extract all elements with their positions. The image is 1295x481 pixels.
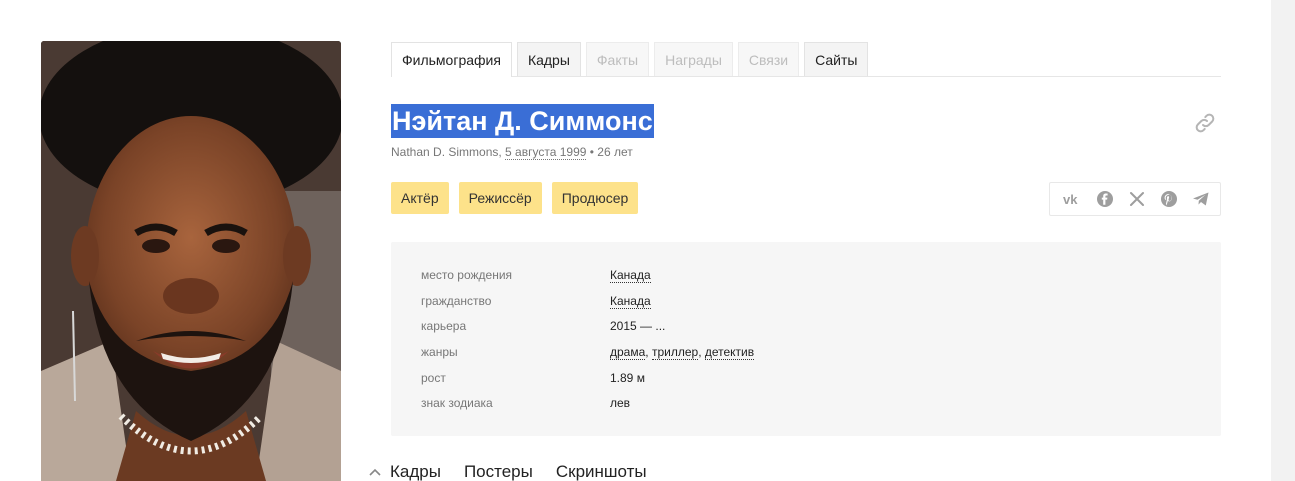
genre-link-detective[interactable]: детектив	[704, 345, 755, 360]
genre-separator: ,	[698, 345, 705, 359]
media-tab-posters[interactable]: Постеры	[464, 462, 533, 481]
svg-text:vk: vk	[1063, 192, 1078, 206]
zodiac-value: лев	[610, 396, 631, 410]
citizenship-link[interactable]: Канада	[610, 294, 651, 309]
tab-sites[interactable]: Сайты	[804, 42, 869, 76]
vk-icon[interactable]: vk	[1062, 188, 1084, 210]
role-producer-button[interactable]: Продюсер	[551, 182, 639, 214]
section-tabs: Фильмография Кадры Факты Награды Связи С…	[391, 42, 1221, 77]
page-scroll-gutter	[1271, 0, 1295, 481]
genre-link-thriller[interactable]: триллер	[651, 345, 699, 360]
genre-link-drama[interactable]: драма	[610, 345, 646, 360]
info-label: гражданство	[421, 294, 492, 308]
link-icon[interactable]	[1193, 111, 1217, 135]
media-tabs: Кадры Постеры Скриншоты	[366, 461, 670, 481]
tab-stills[interactable]: Кадры	[516, 42, 581, 76]
tab-connections: Связи	[737, 42, 800, 76]
info-label: рост	[421, 371, 446, 385]
roles-list: Актёр Режиссёр Продюсер	[391, 182, 639, 214]
chevron-up-icon[interactable]	[366, 463, 384, 481]
pinterest-icon[interactable]	[1158, 188, 1180, 210]
info-label: место рождения	[421, 268, 513, 282]
height-value: 1.89 м	[610, 371, 645, 385]
info-label: карьера	[421, 319, 467, 333]
share-bar: vk	[1049, 182, 1221, 216]
x-icon[interactable]	[1126, 188, 1148, 210]
info-label: знак зодиака	[421, 396, 493, 410]
tab-facts: Факты	[585, 42, 650, 76]
genre-separator: ,	[645, 345, 652, 359]
person-age: • 26 лет	[586, 145, 633, 159]
tab-filmography[interactable]: Фильмография	[391, 42, 512, 77]
person-name: Нэйтан Д. Симмонс	[391, 104, 654, 138]
facebook-icon[interactable]	[1094, 188, 1116, 210]
tab-awards: Награды	[654, 42, 733, 76]
original-name: Nathan D. Simmons,	[391, 145, 506, 159]
info-panel: место рождения Канада гражданство Канада…	[391, 242, 1221, 436]
info-label: жанры	[421, 345, 458, 359]
telegram-icon[interactable]	[1190, 188, 1212, 210]
birthplace-link[interactable]: Канада	[610, 268, 651, 283]
person-subtitle: Nathan D. Simmons, 5 августа 1999 • 26 л…	[391, 145, 633, 160]
birth-date-link[interactable]: 5 августа 1999	[505, 145, 587, 160]
career-value: 2015 — ...	[610, 319, 666, 333]
role-director-button[interactable]: Режиссёр	[458, 182, 542, 214]
person-photo	[41, 41, 341, 481]
media-tab-stills[interactable]: Кадры	[390, 462, 441, 481]
role-actor-button[interactable]: Актёр	[391, 182, 449, 214]
media-tab-screenshots[interactable]: Скриншоты	[556, 462, 647, 481]
